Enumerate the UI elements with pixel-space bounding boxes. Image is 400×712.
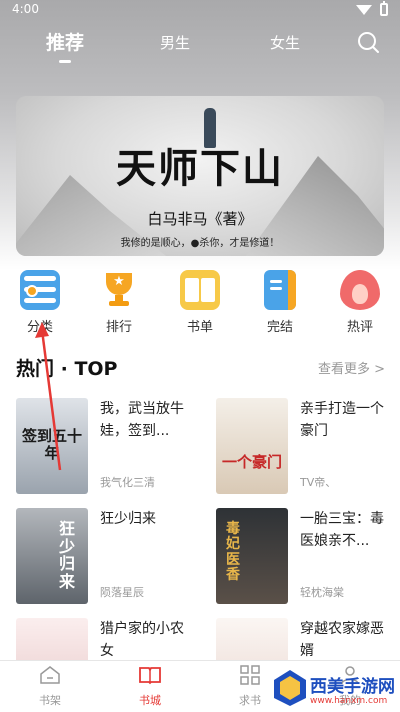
book-cover: 毒妃医香: [216, 508, 288, 604]
category-booklist[interactable]: 书单: [168, 270, 232, 335]
nav-label: 书城: [139, 694, 161, 707]
search-icon[interactable]: [356, 30, 380, 54]
category-label: 完结: [266, 320, 293, 335]
book-card[interactable]: 签到五十年 我，武当放牛娃，签到... 我气化三清: [16, 398, 200, 498]
nav-bookshelf[interactable]: 书架: [20, 665, 80, 708]
home-icon: [40, 666, 60, 684]
book-title: 穿越农家嫁恶婿: [300, 621, 384, 659]
watermark-text: 西美手游网: [310, 677, 395, 697]
book-author: TV帝、: [300, 476, 337, 489]
category-classify[interactable]: 分类: [8, 270, 72, 335]
category-label: 分类: [26, 320, 53, 335]
flame-icon: [340, 270, 380, 310]
banner-author: 白马非马《著》: [147, 210, 253, 228]
book-cover: 签到五十年: [16, 398, 88, 494]
book-title: 亲手打造一个豪门: [300, 401, 384, 439]
category-label: 排行: [105, 320, 132, 335]
cover-title: 签到五十年: [21, 427, 82, 462]
site-watermark: 西美手游网 www.hanxm.com: [270, 666, 400, 712]
nav-bookstore[interactable]: 书城: [120, 665, 180, 708]
closed-book-icon: [264, 270, 296, 310]
book-card[interactable]: 一个豪门 亲手打造一个豪门 TV帝、: [216, 398, 400, 498]
category-label: 书单: [186, 320, 213, 335]
book-author: 轻枕海棠: [300, 586, 344, 599]
book-card[interactable]: 狂少归来 狂少归来 陨落星辰: [16, 508, 200, 608]
cover-title: 狂少归来: [58, 519, 75, 591]
classify-icon: [20, 270, 60, 310]
category-rank[interactable]: ★ 排行: [87, 270, 151, 335]
watermark-url: www.hanxm.com: [310, 696, 388, 706]
book-author: 我气化三清: [100, 476, 155, 489]
cover-title: 一个豪门: [221, 453, 282, 471]
banner-title: 天师下山: [116, 145, 284, 192]
banner-tagline: 我修的是顺心，●杀你，才是修道！: [120, 238, 280, 249]
category-label: 热评: [346, 320, 373, 335]
book-title: 一胎三宝：毒医娘亲不...: [300, 511, 384, 549]
book-title: 我，武当放牛娃，签到...: [100, 401, 184, 439]
tab-recommend[interactable]: 推荐: [46, 28, 84, 55]
watermark-logo-icon: [274, 670, 306, 706]
grid-icon: [240, 665, 260, 685]
nav-label: 书架: [39, 694, 61, 707]
book-card[interactable]: 毒妃医香 一胎三宝：毒医娘亲不... 轻枕海棠: [216, 508, 400, 608]
open-book-icon: [139, 667, 161, 685]
top-tabs: 推荐 男生 女生: [0, 26, 400, 66]
status-icons: [356, 1, 388, 16]
active-tab-indicator: [59, 60, 71, 63]
book-cover: 一个豪门: [216, 398, 288, 494]
category-finished[interactable]: 完结: [248, 270, 312, 335]
book-cover: 狂少归来: [16, 508, 88, 604]
tab-male[interactable]: 男生: [160, 32, 190, 53]
book-title: 猎户家的小农女: [100, 621, 184, 659]
featured-banner[interactable]: 天师下山 白马非马《著》 我修的是顺心，●杀你，才是修道！: [16, 96, 384, 256]
tab-female[interactable]: 女生: [270, 32, 300, 53]
wifi-icon: [356, 4, 372, 15]
book-author: 陨落星辰: [100, 586, 144, 599]
book-title: 狂少归来: [100, 511, 156, 527]
category-hot-review[interactable]: 热评: [328, 270, 392, 335]
open-book-icon: [180, 270, 220, 310]
status-bar: 4:00: [0, 0, 400, 24]
cover-title: 毒妃医香: [226, 521, 240, 584]
battery-icon: [380, 1, 388, 16]
status-time: 4:00: [12, 2, 39, 16]
trophy-icon: ★: [99, 270, 139, 310]
see-more-link[interactable]: 查看更多 >: [318, 358, 385, 377]
section-title: 热门 · TOP: [16, 358, 118, 380]
